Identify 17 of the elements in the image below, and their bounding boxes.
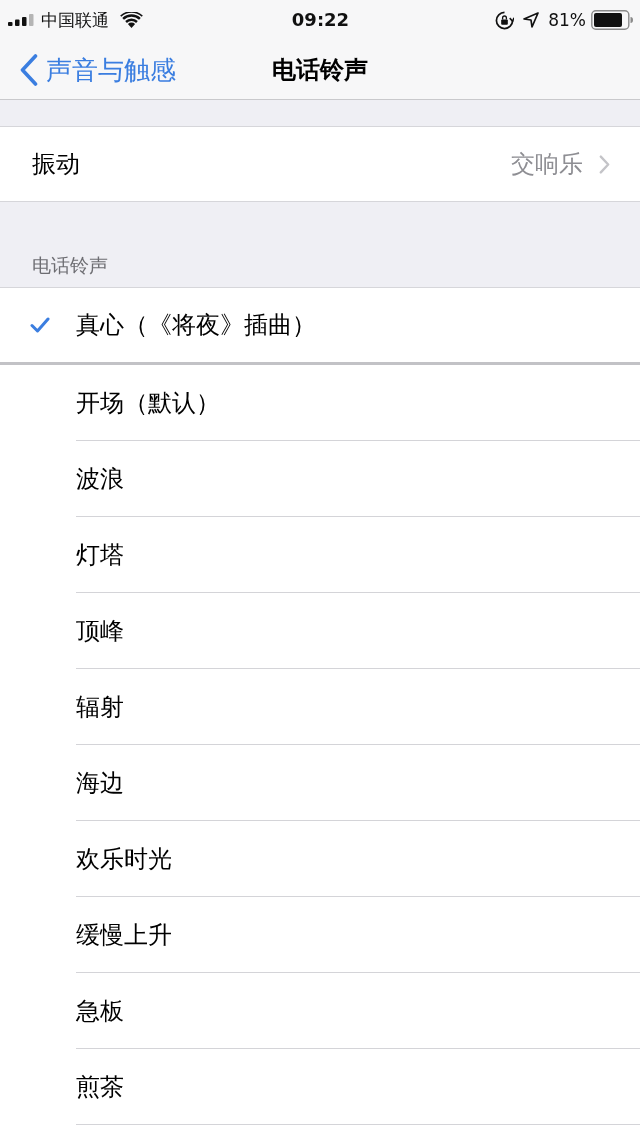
orientation-lock-icon bbox=[495, 10, 515, 30]
page-title: 电话铃声 bbox=[272, 54, 368, 86]
chevron-right-icon bbox=[599, 154, 610, 174]
setting-label: 振动 bbox=[32, 149, 80, 179]
back-button[interactable]: 声音与触感 bbox=[0, 53, 176, 86]
clock-time: 09:22 bbox=[291, 10, 350, 30]
section-header: 电话铃声 bbox=[32, 253, 108, 277]
wifi-icon bbox=[120, 12, 143, 28]
signal-icon bbox=[8, 14, 34, 26]
back-chevron-icon bbox=[20, 53, 38, 86]
location-arrow-icon bbox=[523, 12, 540, 28]
battery-percent: 81% bbox=[548, 10, 586, 30]
setting-value: 交响乐 bbox=[511, 149, 583, 179]
battery-icon bbox=[591, 10, 633, 30]
carrier-name: 中国联通 bbox=[41, 10, 109, 30]
checkmark-icon bbox=[30, 317, 50, 333]
vibration-setting-row[interactable]: 振动 交响乐 bbox=[0, 126, 640, 202]
